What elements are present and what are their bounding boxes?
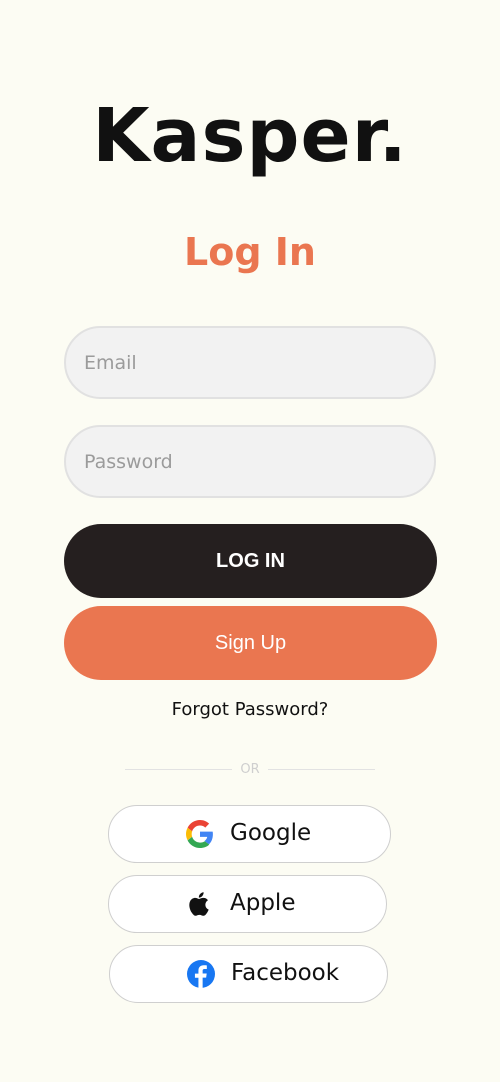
apple-label: Apple (230, 890, 296, 916)
login-button-label: LOG IN (216, 549, 285, 572)
facebook-login-button[interactable]: Facebook (109, 945, 388, 1003)
apple-login-button[interactable]: Apple (108, 875, 387, 933)
google-login-button[interactable]: Google (108, 805, 391, 863)
page-title: Log In (184, 230, 316, 274)
apple-icon (185, 889, 215, 919)
signup-button-label: Sign Up (214, 631, 287, 654)
email-field[interactable] (64, 326, 436, 399)
facebook-icon (186, 959, 216, 989)
divider-line-left (125, 768, 233, 770)
divider-label: OR (240, 761, 260, 777)
brand-logo: Kasper. (92, 93, 408, 179)
password-field[interactable] (64, 425, 436, 498)
divider-line-right (267, 768, 376, 770)
google-icon (185, 819, 215, 849)
google-label: Google (230, 820, 312, 846)
facebook-label: Facebook (231, 960, 340, 986)
signup-button[interactable]: Sign Up (64, 606, 437, 680)
login-button[interactable]: LOG IN (64, 524, 437, 598)
or-divider: OR (125, 759, 376, 779)
forgot-password-link[interactable]: Forgot Password? (0, 699, 500, 720)
